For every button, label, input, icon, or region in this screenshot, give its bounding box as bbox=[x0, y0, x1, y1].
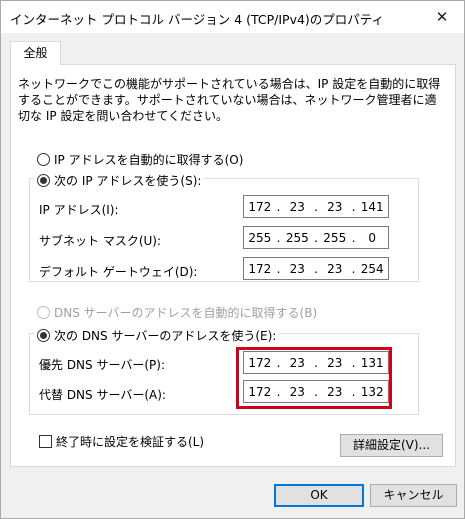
subnet-mask-octet-4: 0 bbox=[368, 230, 377, 245]
ip-address-octet-1: 172 bbox=[248, 199, 272, 214]
ip-address-label: IP アドレス(I): bbox=[39, 203, 119, 217]
subnet-mask-input[interactable]: 255. 255. 255. 0 bbox=[243, 226, 389, 249]
radio-dns-auto-indicator[interactable] bbox=[37, 306, 50, 319]
dns-highlight-box bbox=[236, 347, 392, 409]
ok-button[interactable]: OK bbox=[274, 484, 364, 507]
properties-dialog: インターネット プロトコル バージョン 4 (TCP/IPv4)のプロパティ ✕… bbox=[0, 0, 465, 519]
default-gateway-octet-1: 172 bbox=[248, 261, 272, 276]
window-title: インターネット プロトコル バージョン 4 (TCP/IPv4)のプロパティ bbox=[10, 12, 385, 27]
close-icon[interactable]: ✕ bbox=[430, 5, 454, 29]
subnet-mask-label: サブネット マスク(U): bbox=[39, 234, 162, 248]
default-gateway-octet-4: 254 bbox=[360, 261, 384, 276]
subnet-mask-octet-1: 255 bbox=[248, 230, 272, 245]
radio-ip-auto-indicator[interactable] bbox=[37, 153, 50, 166]
advanced-button[interactable]: 詳細設定(V)... bbox=[340, 434, 443, 457]
ip-address-octet-4: 141 bbox=[360, 199, 384, 214]
radio-dns-manual-label: 次の DNS サーバーのアドレスを使う(E): bbox=[54, 329, 277, 343]
subnet-mask-octet-2: 255 bbox=[285, 230, 309, 245]
ip-address-input[interactable]: 172. 23. 23. 141 bbox=[243, 195, 389, 218]
default-gateway-octet-2: 23 bbox=[289, 261, 305, 276]
validate-on-exit-label: 終了時に設定を検証する(L) bbox=[56, 435, 205, 449]
alternate-dns-label: 代替 DNS サーバー(A): bbox=[39, 388, 166, 402]
radio-ip-manual-indicator[interactable] bbox=[37, 174, 50, 187]
radio-ip-manual-label: 次の IP アドレスを使う(S): bbox=[54, 174, 202, 188]
radio-ip-auto[interactable]: IP アドレスを自動的に取得する(O) bbox=[37, 151, 243, 168]
subnet-mask-octet-3: 255 bbox=[323, 230, 347, 245]
title-bar: インターネット プロトコル バージョン 4 (TCP/IPv4)のプロパティ ✕ bbox=[1, 1, 464, 33]
ip-address-octet-2: 23 bbox=[289, 199, 305, 214]
radio-dns-manual[interactable]: 次の DNS サーバーのアドレスを使う(E): bbox=[34, 327, 280, 344]
radio-ip-manual[interactable]: 次の IP アドレスを使う(S): bbox=[34, 172, 205, 189]
validate-on-exit-checkbox[interactable]: 終了時に設定を検証する(L) bbox=[39, 433, 204, 450]
radio-dns-auto[interactable]: DNS サーバーのアドレスを自動的に取得する(B) bbox=[37, 304, 317, 321]
default-gateway-octet-3: 23 bbox=[327, 261, 343, 276]
ip-address-octet-3: 23 bbox=[327, 199, 343, 214]
default-gateway-input[interactable]: 172. 23. 23. 254 bbox=[243, 257, 389, 280]
default-gateway-label: デフォルト ゲートウェイ(D): bbox=[39, 265, 198, 279]
radio-dns-manual-indicator[interactable] bbox=[37, 329, 50, 342]
preferred-dns-label: 優先 DNS サーバー(P): bbox=[39, 358, 165, 372]
cancel-button[interactable]: キャンセル bbox=[370, 484, 457, 507]
radio-ip-auto-label: IP アドレスを自動的に取得する(O) bbox=[54, 153, 244, 167]
tab-general[interactable]: 全般 bbox=[10, 41, 61, 65]
validate-on-exit-box[interactable] bbox=[39, 435, 52, 448]
radio-dns-auto-label: DNS サーバーのアドレスを自動的に取得する(B) bbox=[54, 306, 318, 320]
description-text: ネットワークでこの機能がサポートされている場合は、IP 設定を自動的に取得するこ… bbox=[18, 77, 441, 123]
